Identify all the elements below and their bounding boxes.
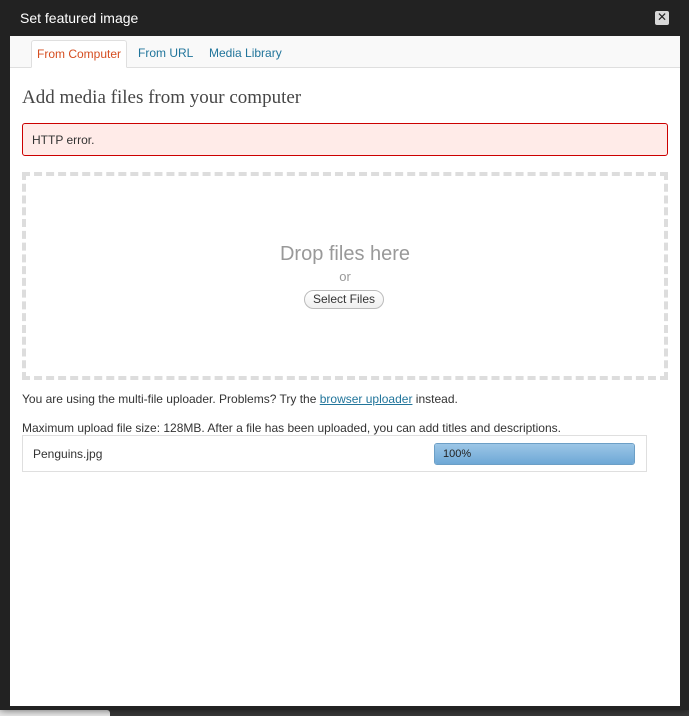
file-name: Penguins.jpg: [33, 447, 103, 461]
tab-from-computer[interactable]: From Computer: [31, 40, 128, 68]
featured-image-dialog: Set featured image ✕ From Computer From …: [0, 0, 689, 710]
tab-from-url[interactable]: From URL: [133, 40, 198, 67]
background-panel-edge: [0, 710, 110, 716]
upload-file-row: Penguins.jpg 100%: [22, 435, 647, 472]
dialog-title: Set featured image: [20, 10, 139, 26]
progress-label: 100%: [443, 448, 472, 460]
page-title: Add media files from your computer: [22, 87, 302, 108]
browser-uploader-link[interactable]: browser uploader: [320, 392, 413, 406]
drop-files-label: Drop files here: [279, 243, 411, 265]
close-icon[interactable]: ✕: [655, 11, 669, 25]
error-message: HTTP error.: [22, 123, 668, 156]
drop-or-label: or: [339, 269, 351, 284]
upload-progress-bar: 100%: [434, 443, 635, 465]
dialog-titlebar: Set featured image ✕: [0, 0, 689, 36]
select-files-button[interactable]: Select Files: [304, 290, 384, 309]
dialog-content: From Computer From URL Media Library Add…: [10, 36, 680, 706]
media-tabs: From Computer From URL Media Library: [10, 36, 680, 68]
tab-media-library[interactable]: Media Library: [204, 40, 287, 67]
drop-zone[interactable]: Drop files here or Select Files: [22, 172, 668, 380]
uploader-note-prefix: You are using the multi-file uploader. P…: [22, 392, 317, 406]
uploader-note-suffix: instead.: [415, 392, 458, 406]
max-upload-note: Maximum upload file size: 128MB. After a…: [22, 421, 561, 435]
uploader-note: You are using the multi-file uploader. P…: [22, 392, 458, 406]
